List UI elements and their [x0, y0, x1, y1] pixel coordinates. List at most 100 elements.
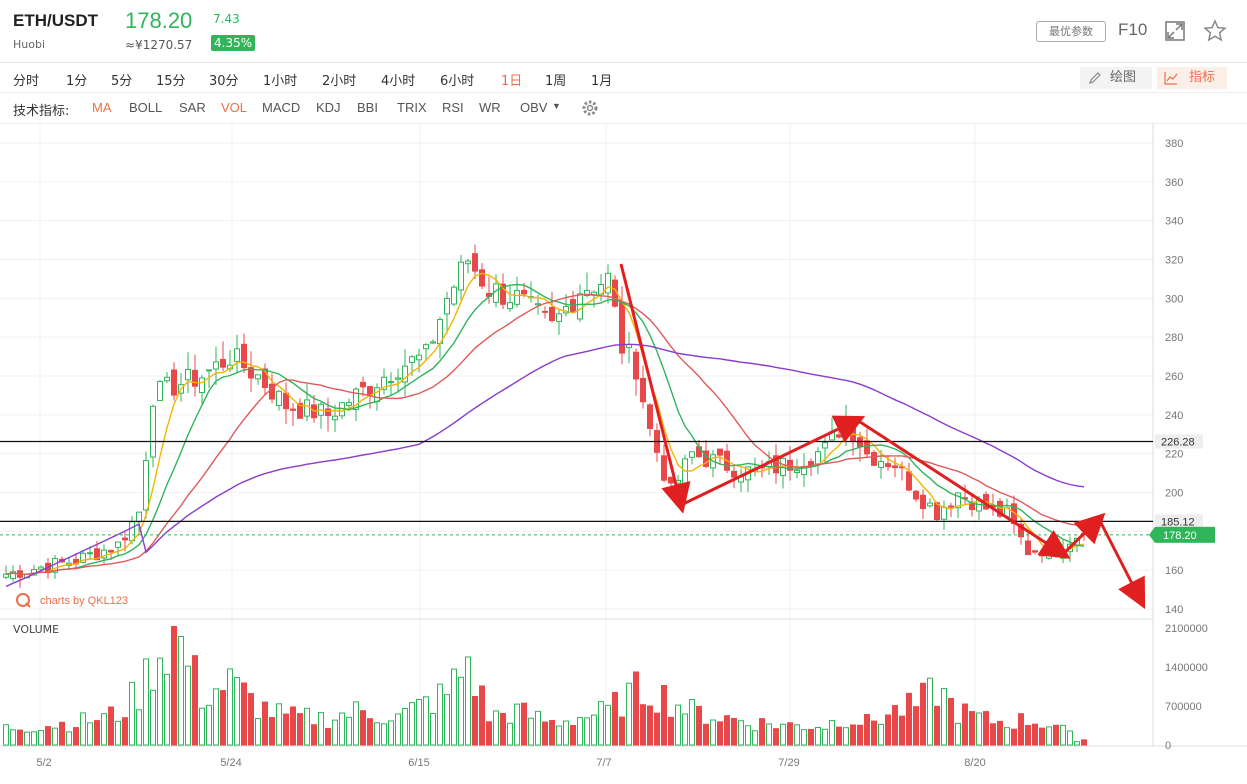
- period-tab[interactable]: 5分: [111, 70, 132, 89]
- volume-bar: [297, 713, 303, 746]
- best-params-button[interactable]: 最优参数: [1036, 21, 1106, 42]
- volume-bar: [38, 730, 44, 746]
- draw-tool-button[interactable]: 绘图: [1080, 67, 1152, 89]
- candle: [3, 565, 9, 580]
- volume-bar: [332, 719, 338, 746]
- volume-bar: [528, 717, 534, 746]
- indicator-item[interactable]: SAR: [179, 100, 206, 115]
- candle: [633, 348, 639, 396]
- period-tab[interactable]: 30分: [209, 70, 239, 89]
- price-tick-label: 200: [1165, 488, 1183, 500]
- candle: [472, 244, 478, 280]
- fullscreen-icon[interactable]: [1165, 21, 1185, 41]
- volume-bar: [59, 721, 65, 746]
- volume-bar: [864, 714, 870, 746]
- candle-body: [220, 358, 226, 368]
- indicator-item[interactable]: BOLL: [129, 100, 162, 115]
- volume-bar: [500, 712, 506, 746]
- indicator-item[interactable]: RSI: [442, 100, 464, 115]
- indicator-item[interactable]: OBV: [520, 100, 547, 115]
- period-tab[interactable]: 6小时: [440, 70, 474, 89]
- candle: [892, 457, 898, 478]
- volume-bar: [1074, 741, 1080, 746]
- volume-bar: [171, 626, 177, 746]
- volume-bar: [185, 665, 191, 746]
- candle-body: [521, 289, 527, 295]
- trend-arrow: [856, 418, 1071, 559]
- volume-bar: [31, 731, 37, 746]
- candle: [115, 541, 121, 556]
- period-tab[interactable]: 1日: [501, 70, 522, 89]
- candle-body: [430, 341, 436, 344]
- volume-bar: [486, 721, 492, 746]
- period-tab[interactable]: 1月: [591, 70, 612, 89]
- indicator-item[interactable]: WR: [479, 100, 501, 115]
- indicator-item[interactable]: KDJ: [316, 100, 341, 115]
- period-tab[interactable]: 15分: [156, 70, 186, 89]
- volume-bar: [969, 711, 975, 746]
- price-chart[interactable]: 3803603403203002802602402202001801601402…: [0, 123, 1247, 784]
- volume-bar: [913, 706, 919, 746]
- volume-bar: [164, 673, 170, 746]
- volume-bar: [983, 711, 989, 746]
- volume-bar: [458, 676, 464, 746]
- candle-body: [927, 502, 933, 507]
- exchange-name: Huobi: [13, 38, 46, 51]
- period-tab[interactable]: 2小时: [322, 70, 356, 89]
- candle: [185, 352, 191, 394]
- volume-bar: [3, 724, 9, 746]
- period-tab[interactable]: 4小时: [381, 70, 415, 89]
- candle-body: [640, 377, 646, 403]
- volume-bar: [836, 726, 842, 746]
- gear-icon[interactable]: [581, 99, 599, 117]
- volume-bar: [626, 682, 632, 746]
- volume-bar: [220, 690, 226, 746]
- candle: [913, 490, 919, 502]
- indicator-button[interactable]: 指标: [1157, 67, 1227, 89]
- candle: [577, 284, 583, 323]
- candle: [731, 464, 737, 489]
- candle-body: [234, 348, 240, 362]
- candle-body: [689, 451, 695, 458]
- candle-body: [717, 448, 723, 456]
- candle-body: [542, 310, 548, 313]
- candle-body: [3, 573, 9, 578]
- indicator-item[interactable]: TRIX: [397, 100, 427, 115]
- volume-bar: [304, 707, 310, 746]
- chevron-down-icon[interactable]: ▼: [552, 101, 561, 111]
- star-icon[interactable]: [1203, 19, 1227, 43]
- candle: [486, 276, 492, 304]
- candle-body: [857, 437, 863, 448]
- indicator-item[interactable]: MACD: [262, 100, 300, 115]
- f10-button[interactable]: F10: [1118, 20, 1147, 40]
- candle-body: [423, 344, 429, 350]
- candle: [157, 379, 163, 401]
- candle-body: [185, 368, 191, 381]
- volume-bar: [241, 682, 247, 746]
- indicator-item[interactable]: BBI: [357, 100, 378, 115]
- volume-bar: [402, 707, 408, 746]
- volume-bar: [829, 720, 835, 746]
- ma-line: [5, 272, 1085, 576]
- indicator-item[interactable]: MA: [92, 100, 112, 115]
- period-tab[interactable]: 1小时: [263, 70, 297, 89]
- candle: [1039, 552, 1045, 563]
- volume-label: VOLUME: [13, 623, 59, 636]
- candle-body: [304, 399, 310, 417]
- candle: [556, 308, 562, 335]
- candle-body: [276, 390, 282, 407]
- volume-bar: [717, 721, 723, 746]
- candle-body: [836, 434, 842, 438]
- period-tab[interactable]: 1周: [545, 70, 566, 89]
- candle: [318, 401, 324, 429]
- candle: [647, 403, 653, 437]
- period-tab[interactable]: 1分: [66, 70, 87, 89]
- volume-bar: [94, 720, 100, 746]
- volume-bar: [640, 704, 646, 746]
- volume-bar: [423, 696, 429, 746]
- indicator-item[interactable]: VOL: [221, 100, 247, 115]
- volume-bar: [360, 710, 366, 746]
- volume-bar: [675, 704, 681, 746]
- volume-bar: [101, 713, 107, 746]
- period-tab[interactable]: 分时: [13, 70, 39, 89]
